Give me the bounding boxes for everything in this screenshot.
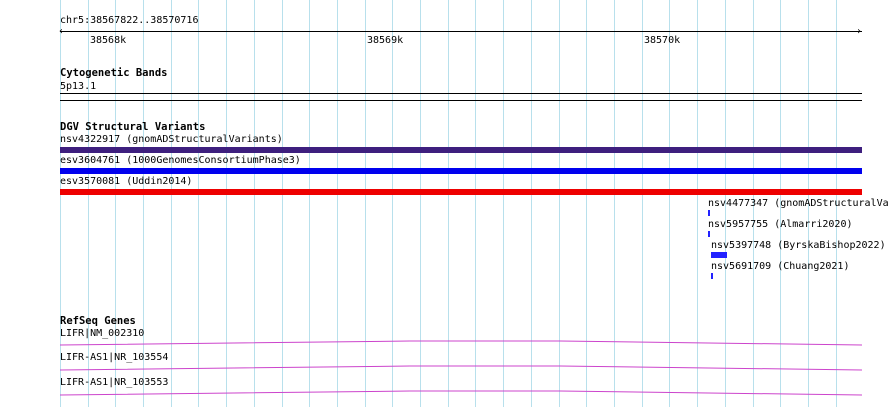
gene-model-LIFR[interactable] (59, 340, 863, 346)
gene-models (59, 340, 863, 396)
gene-model-LIFR-AS1-NR_103554[interactable] (59, 365, 863, 371)
gene-model-LIFR-AS1-NR_103553[interactable] (59, 390, 863, 396)
